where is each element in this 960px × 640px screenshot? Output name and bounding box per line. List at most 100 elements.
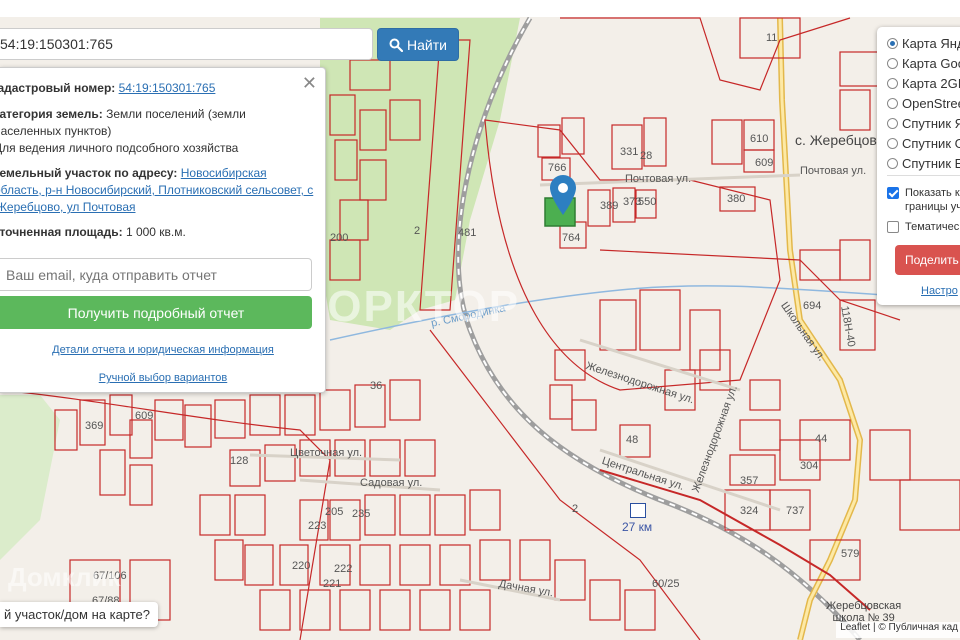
layer-label: Карта Янде [902,35,960,51]
parcel-number: 737 [786,505,805,517]
parcel-number: 380 [727,193,746,205]
thematic-toggle[interactable]: Тематичес [887,217,959,237]
search-button-label: Найти [407,36,447,53]
layer-label: Карта Goo [902,55,960,71]
search-icon [389,38,404,52]
layer-label: Спутник E [902,155,960,171]
layer-label: Карта 2GIS [902,75,960,91]
email-field[interactable] [0,258,312,291]
checkbox-icon[interactable] [887,221,899,233]
settings-link[interactable]: Настро [921,285,958,297]
checkbox-checked-icon[interactable] [887,187,899,199]
parcel-number: 579 [841,548,860,560]
parcel-number: 223 [308,520,327,532]
parcel-number: 304 [800,460,819,472]
area-row: Уточненная площадь: 1 000 кв.м. [0,224,318,241]
radio-icon[interactable] [887,97,898,109]
layer-option-yandex-map[interactable]: Карта Янде [887,33,960,53]
report-details-link[interactable]: Детали отчета и юридическая информация [52,344,274,356]
parcel-number: 220 [292,560,311,572]
parcel-number: 44 [815,433,828,445]
layer-option-satellite-yandex[interactable]: Спутник Я [887,113,960,133]
parcel-number: 550 [638,196,657,208]
find-plot-prompt[interactable]: й участок/дом на карте? [0,602,159,627]
search-button[interactable]: Найти [377,28,459,61]
street-label: Железнодорожная ул. [584,360,696,407]
radio-icon[interactable] [887,137,898,149]
parcel-number: 200 [330,232,349,244]
layer-option-satellite-google[interactable]: Спутник G [887,133,960,153]
watermark-domclick: Домклик [8,562,121,592]
address-row-3: Жеребцово, ул Почтовая [0,199,318,216]
manual-select-link[interactable]: Ручной выбор вариантов [99,372,227,384]
address-link-2[interactable]: область, р-н Новосибирский, Плотниковски… [0,183,313,197]
show-borders-line-2: границы уч [905,197,960,217]
street-label: Железнодорожная ул. [690,383,740,495]
parcel-number: 610 [750,133,769,145]
cadastral-label: Кадастровый номер: [0,81,116,95]
parcel-number: 694 [803,300,822,312]
details-link-row: Детали отчета и юридическая информация [0,344,326,356]
share-button[interactable]: Поделить [895,245,960,275]
parcel-number: 609 [135,410,154,422]
street-label: Центральная ул. [600,455,686,493]
parcel-info-panel: ✕ Кадастровый номер: 54:19:150301:765 Ка… [0,67,326,393]
parcel-number: 60/25 [652,578,680,590]
area-value: 1 000 кв.м. [125,225,186,239]
category-row-3: Для ведения личного подсобного хозяйства [0,140,318,157]
search-input[interactable] [0,28,373,60]
category-value-2: населенных пунктов) [0,124,112,138]
layer-divider [887,175,960,176]
parcel-number: 205 [325,506,344,518]
parcel-number: 221 [323,578,342,590]
km-marker-icon [630,503,646,518]
layer-option-google-map[interactable]: Карта Goo [887,53,960,73]
address-link[interactable]: Новосибирская [181,166,267,180]
layer-option-2gis-map[interactable]: Карта 2GIS [887,73,960,93]
parcel-number: 2 [414,225,421,237]
category-label: Категория земель: [0,107,103,121]
radio-selected-icon[interactable] [887,37,898,49]
parcel-number: 389 [600,200,619,212]
radio-icon[interactable] [887,57,898,69]
radio-icon[interactable] [887,157,898,169]
address-row-2: область, р-н Новосибирский, Плотниковски… [0,182,318,199]
street-label: Цветочная ул. [290,447,363,459]
radio-icon[interactable] [887,117,898,129]
thematic-label: Тематичес [905,221,960,233]
category-row-2: населенных пунктов) [0,123,318,140]
layer-label: OpenStreet [902,95,960,111]
layer-option-openstreetmap[interactable]: OpenStreet [887,93,960,113]
layer-label: Спутник Я [902,115,960,131]
get-report-button[interactable]: Получить подробный отчет [0,296,312,329]
cadastral-link[interactable]: 54:19:150301:765 [119,81,216,95]
parcel-number: 222 [334,563,353,575]
parcel-number: 331 [620,146,639,158]
school-line-1: Жеребцовская [826,600,902,612]
parcel-number: 481 [458,227,477,239]
layer-control-panel: Карта Янде Карта Goo Карта 2GIS OpenStre… [877,27,960,305]
category-row: Категория земель: Земли поселений (земли [0,106,318,123]
radio-icon[interactable] [887,77,898,89]
school-label: Жеребцовская школа № 39 [826,600,901,624]
parcel-number: 369 [85,420,104,432]
layer-label: Спутник G [902,135,960,151]
village-label: с. Жеребцово [795,132,885,148]
cadastral-row: Кадастровый номер: 54:19:150301:765 [0,80,318,97]
street-label: Почтовая ул. [800,165,867,177]
category-value: Земли поселений (земли [106,107,246,121]
parcel-number: 28 [640,150,653,162]
parcel-number: 764 [562,232,581,244]
category-value-3: Для ведения личного подсобного хозяйства [0,141,239,155]
show-borders-label-2: границы уч [905,201,960,213]
manual-link-row: Ручной выбор вариантов [0,372,326,384]
parcel-number: 128 [230,455,249,467]
parcel-number: 2 [572,503,579,515]
parcel-number: 766 [548,162,567,174]
layer-option-satellite-esri[interactable]: Спутник E [887,153,960,173]
road-label: 118Н-40 [838,305,858,348]
parcel-number: 324 [740,505,759,517]
street-label: Почтовая ул. [625,173,692,185]
address-link-3[interactable]: Жеребцово, ул Почтовая [0,200,136,214]
km-label: 27 км [622,520,653,534]
